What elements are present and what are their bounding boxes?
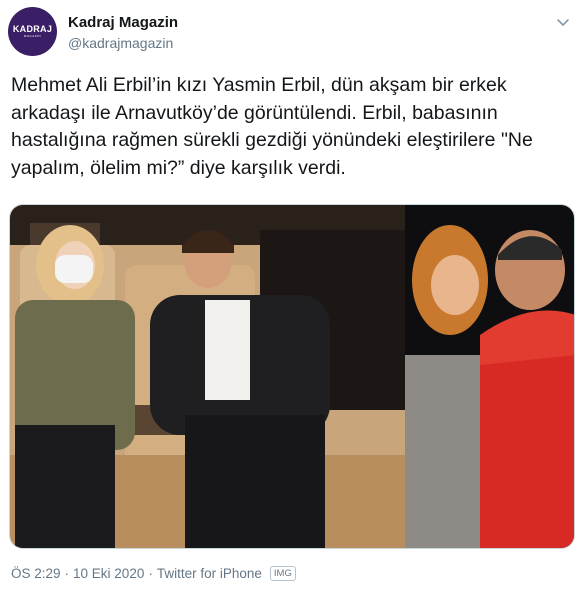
tweet-text: Mehmet Ali Erbil’in kızı Yasmin Erbil, d… [11, 74, 533, 179]
avatar[interactable]: KADRAJ MAGAZİN [8, 7, 57, 56]
meta-separator: · [64, 566, 70, 581]
avatar-logo-subtext: MAGAZİN [23, 33, 42, 38]
meta-separator: · [148, 566, 153, 581]
display-name[interactable]: Kadraj Magazin [68, 14, 178, 31]
avatar-logo-text: KADRAJ [12, 23, 53, 34]
tweet-date[interactable]: 10 Eki 2020 [73, 566, 144, 581]
tweet-time[interactable]: ÖS 2:29 [11, 566, 61, 581]
user-handle[interactable]: @kadrajmagazin [68, 35, 173, 51]
tweet-meta: ÖS 2:29 · 10 Eki 2020 · Twitter for iPho… [11, 566, 296, 581]
img-badge: IMG [269, 566, 296, 581]
tweet-card: KADRAJ MAGAZİN Kadraj Magazin @kadrajmag… [0, 0, 581, 594]
chevron-down-icon[interactable] [555, 14, 571, 30]
tweet-photo[interactable] [9, 204, 575, 549]
photo-collage [10, 205, 574, 548]
tweet-source[interactable]: Twitter for iPhone [157, 566, 262, 581]
